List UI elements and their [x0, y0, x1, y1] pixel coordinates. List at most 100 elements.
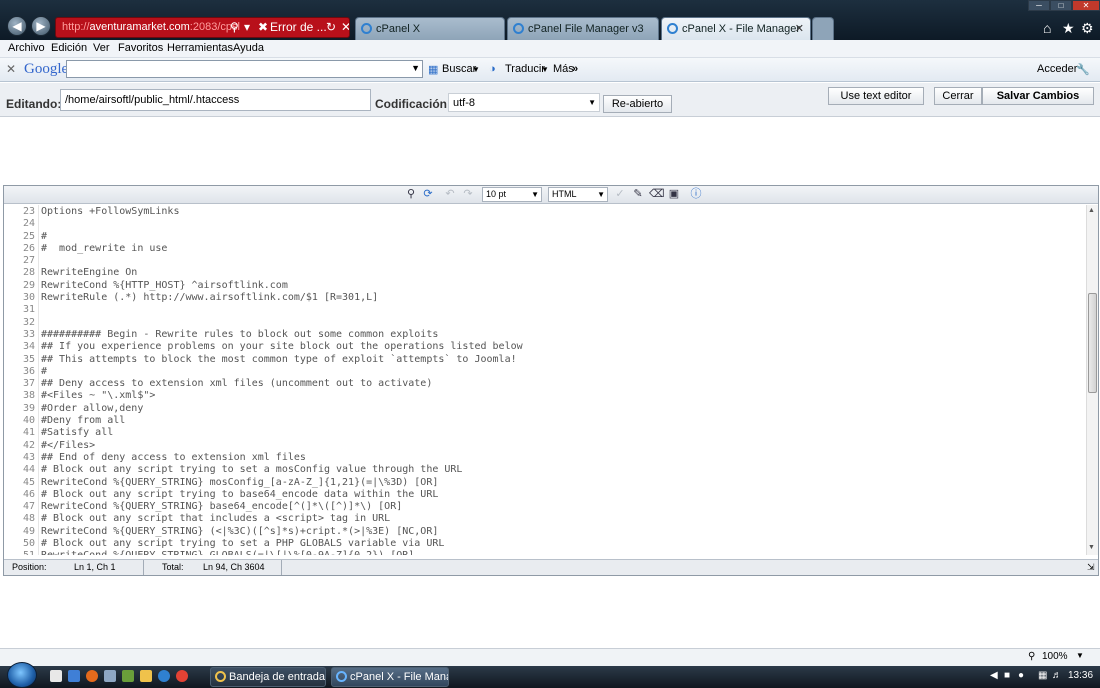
wrench-icon[interactable]: 🔧	[1076, 63, 1090, 76]
taskbar-item-cpanel[interactable]: cPanel X - File Mana...	[331, 667, 449, 687]
address-error-tab[interactable]: Error de ...	[270, 18, 327, 37]
code-line[interactable]: ## If you experience problems on your si…	[39, 341, 1087, 353]
network-icon[interactable]	[122, 670, 134, 682]
fullscreen-icon[interactable]: ▣	[667, 188, 681, 201]
tray-app-icon[interactable]: ●	[1018, 670, 1024, 681]
tab-cpanel-x-file-manager[interactable]: cPanel X - File Manager ✕	[661, 17, 811, 40]
chrome-icon[interactable]	[176, 670, 188, 682]
chevron-down-icon[interactable]: ▼	[472, 65, 480, 74]
dropdown-arrow-icon[interactable]: ▼	[411, 63, 420, 73]
code-line[interactable]: Options +FollowSymLinks	[39, 206, 1087, 218]
traducir-button[interactable]: Traducir	[505, 63, 545, 75]
tab-cpanel-x[interactable]: cPanel X	[355, 17, 505, 40]
mail-icon[interactable]	[104, 670, 116, 682]
close-tab-icon[interactable]: ✕	[795, 18, 804, 40]
code-line[interactable]: RewriteCond %{HTTP_HOST} ^airsoftlink.co…	[39, 280, 1087, 292]
start-button[interactable]	[7, 662, 37, 688]
code-line[interactable]: #Satisfy all	[39, 427, 1087, 439]
ie-icon[interactable]	[158, 670, 170, 682]
code-line[interactable]: RewriteCond %{QUERY_STRING} (<|%3C)([^s]…	[39, 526, 1087, 538]
gear-icon[interactable]: ⚙	[1081, 20, 1094, 37]
code-line[interactable]: RewriteCond %{QUERY_STRING} GLOBALS(=|\[…	[39, 550, 1087, 555]
code-line[interactable]: #Deny from all	[39, 415, 1087, 427]
goto-line-icon[interactable]: ⟳	[421, 188, 435, 201]
code-line[interactable]: ## End of deny access to extension xml f…	[39, 452, 1087, 464]
highlight-icon[interactable]: ✓	[613, 188, 627, 201]
use-text-editor-button[interactable]: Use text editor	[828, 87, 924, 105]
code-line[interactable]: RewriteEngine On	[39, 267, 1087, 279]
scrollbar-thumb[interactable]	[1088, 293, 1097, 393]
redo-icon[interactable]: ↷	[461, 188, 475, 201]
code-line[interactable]: #	[39, 231, 1087, 243]
firefox-icon[interactable]	[86, 670, 98, 682]
menu-edicion[interactable]: Edición	[51, 42, 87, 54]
tray-app-icon[interactable]: ■	[1004, 670, 1010, 681]
code-line[interactable]: # Block out any script trying to set a m…	[39, 464, 1087, 476]
code-line[interactable]: # Block out any script trying to set a P…	[39, 538, 1087, 550]
chevron-down-icon[interactable]: ▼	[1076, 651, 1084, 660]
network-status-icon[interactable]: ▦	[1038, 670, 1047, 681]
code-line[interactable]	[39, 304, 1087, 316]
code-line[interactable]: RewriteCond %{QUERY_STRING} base64_encod…	[39, 501, 1087, 513]
double-chevron-icon[interactable]: »	[572, 63, 578, 75]
acceder-button[interactable]: Acceder	[1037, 63, 1077, 75]
undo-icon[interactable]: ↶	[443, 188, 457, 201]
menu-archivo[interactable]: Archivo	[8, 42, 45, 54]
clock[interactable]: 13:36	[1068, 670, 1093, 681]
save-changes-button[interactable]: Salvar Cambios	[982, 87, 1094, 105]
code-line[interactable]	[39, 218, 1087, 230]
close-toolbar-icon[interactable]: ✕	[6, 62, 16, 76]
reopen-button[interactable]: Re-abierto	[603, 95, 672, 113]
code-line[interactable]: ## This attempts to block the most commo…	[39, 354, 1087, 366]
mas-button[interactable]: Más	[553, 63, 574, 75]
back-button[interactable]: ◀	[7, 16, 27, 36]
syntax-select[interactable]: HTML ▼	[548, 187, 608, 202]
chevron-down-icon[interactable]: ▼	[541, 65, 549, 74]
code-line[interactable]: # Block out any script that includes a <…	[39, 513, 1087, 525]
tab-cpanel-file-manager-v3[interactable]: cPanel File Manager v3	[507, 17, 659, 40]
dropdown-arrow-icon[interactable]: ▾	[244, 18, 250, 37]
code-line[interactable]	[39, 317, 1087, 329]
tray-expand-icon[interactable]: ◀	[990, 670, 998, 681]
help-icon[interactable]: ⓘ	[689, 188, 703, 201]
new-tab-button[interactable]	[812, 17, 834, 40]
google-search-input[interactable]: ▼	[66, 60, 423, 78]
minimize-button[interactable]: ─	[1028, 0, 1050, 11]
file-path-field[interactable]: /home/airsoftl/public_html/.htaccess	[60, 89, 371, 111]
maximize-button[interactable]: □	[1050, 0, 1072, 11]
menu-ver[interactable]: Ver	[93, 42, 110, 54]
code-area[interactable]: Options +FollowSymLinks # # mod_rewrite in…	[39, 205, 1087, 555]
show-desktop-icon[interactable]	[50, 670, 62, 682]
forward-button[interactable]: ▶	[31, 16, 51, 36]
home-icon[interactable]: ⌂	[1043, 20, 1051, 36]
messenger-icon[interactable]	[140, 670, 152, 682]
menu-favoritos[interactable]: Favoritos	[118, 42, 163, 54]
explorer-icon[interactable]	[68, 670, 80, 682]
font-size-select[interactable]: 10 pt ▼	[482, 187, 542, 202]
code-line[interactable]: # Block out any script trying to base64_…	[39, 489, 1087, 501]
search-icon[interactable]: ⚲	[230, 18, 239, 37]
find-icon[interactable]: ⚲	[404, 188, 418, 201]
vertical-scrollbar[interactable]: ▲ ▼	[1086, 205, 1098, 555]
syntax-toggle-icon[interactable]: ✎	[631, 188, 645, 201]
volume-icon[interactable]: ♬	[1052, 670, 1062, 681]
scroll-up-arrow-icon[interactable]: ▲	[1088, 207, 1095, 214]
favorites-star-icon[interactable]: ★	[1062, 20, 1075, 37]
resize-grip-icon[interactable]: ⇲	[1087, 560, 1095, 575]
code-line[interactable]: RewriteCond %{QUERY_STRING} mosConfig_[a…	[39, 477, 1087, 489]
encoding-select[interactable]: utf-8 ▼	[448, 93, 600, 112]
close-window-button[interactable]: ✕	[1072, 0, 1100, 11]
menu-herramientas[interactable]: Herramientas	[167, 42, 233, 54]
code-line[interactable]: #	[39, 366, 1087, 378]
address-bar[interactable]: http://aventuramarket.com:2083/cpsl ⚲ ▾ …	[55, 17, 350, 38]
zoom-level[interactable]: 100%	[1042, 651, 1068, 662]
code-line[interactable]: #</Files>	[39, 440, 1087, 452]
code-line[interactable]	[39, 255, 1087, 267]
taskbar-item-mail[interactable]: Bandeja de entrada ...	[210, 667, 326, 687]
close-icon[interactable]: ✖	[258, 18, 268, 37]
code-line[interactable]: # mod_rewrite in use	[39, 243, 1087, 255]
code-line[interactable]: #<Files ~ "\.xml$">	[39, 390, 1087, 402]
eraser-icon[interactable]: ⌫	[649, 188, 665, 201]
code-line[interactable]: ########## Begin - Rewrite rules to bloc…	[39, 329, 1087, 341]
menu-ayuda[interactable]: Ayuda	[233, 42, 264, 54]
